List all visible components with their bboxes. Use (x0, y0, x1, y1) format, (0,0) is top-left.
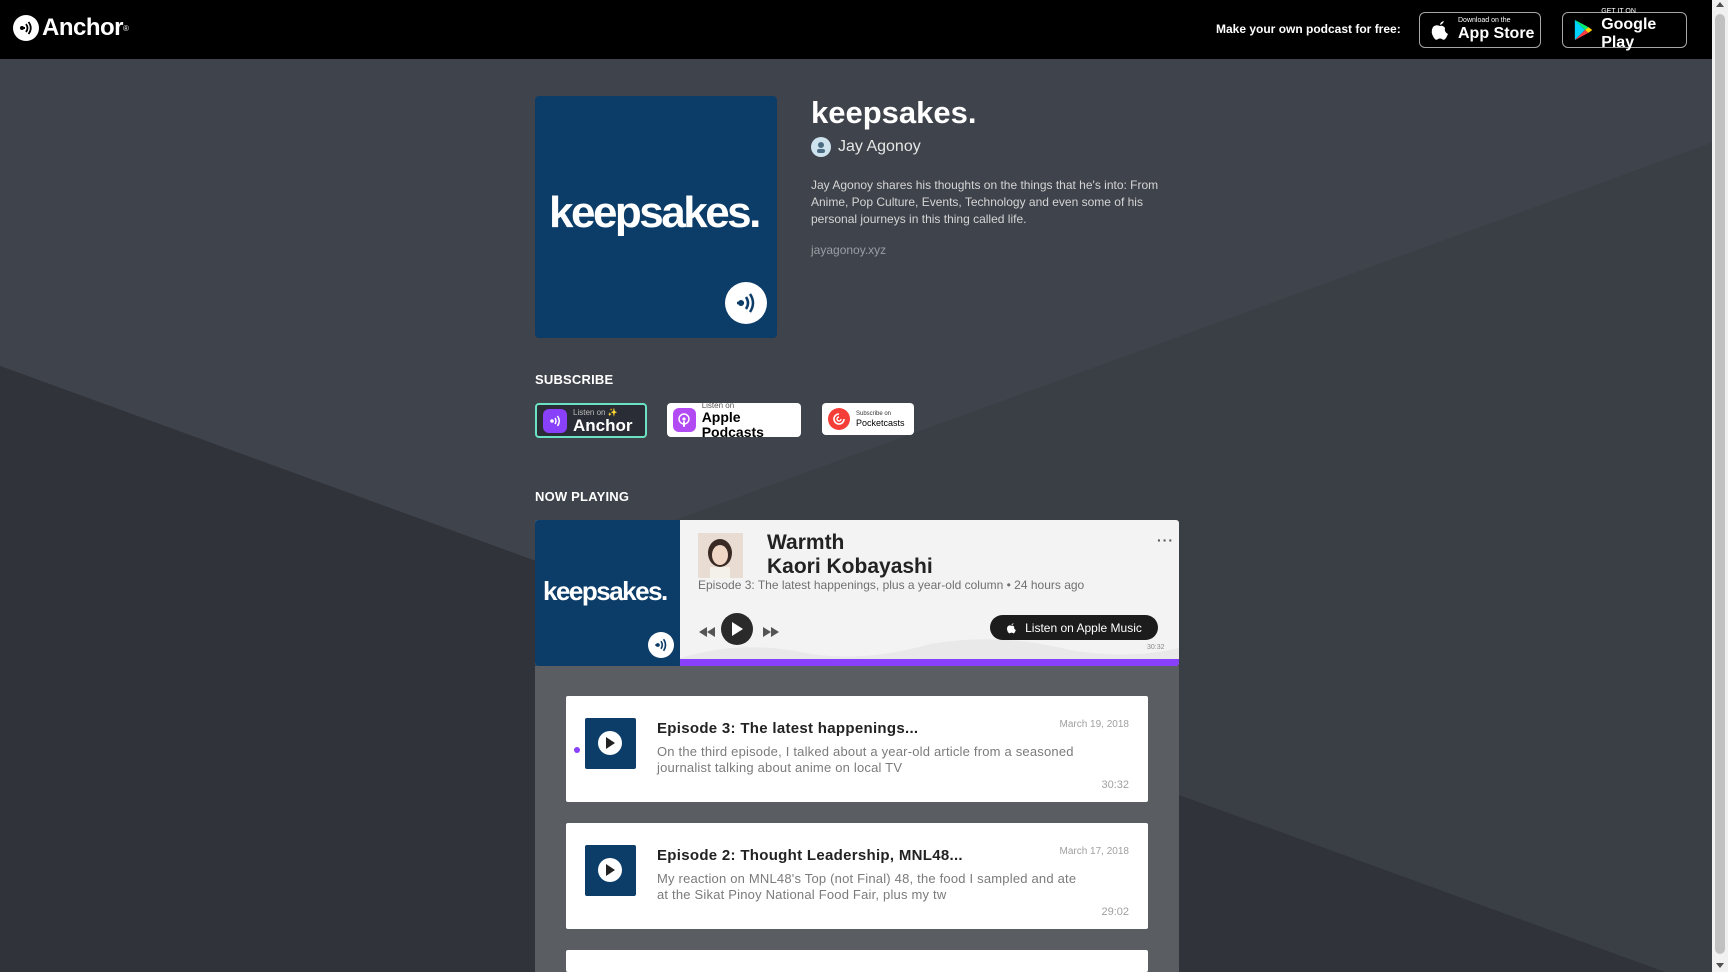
scroll-thumb[interactable] (1715, 14, 1725, 954)
listen-on-apple-podcasts-button[interactable]: Listen on Apple Podcasts (667, 401, 801, 440)
rewind-icon[interactable] (699, 624, 715, 642)
track-title: Warmth Kaori Kobayashi (767, 531, 933, 579)
episode-subtitle: Episode 3: The latest happenings, plus a… (698, 578, 1085, 592)
pocketcasts-icon (828, 408, 850, 430)
episode-title: Episode 3: The latest happenings... (657, 720, 919, 737)
podcast-website-link[interactable]: jayagonoy.xyz (811, 243, 886, 257)
episode-description: My reaction on MNL48's Top (not Final) 4… (657, 871, 1077, 902)
anchor-badge-icon (725, 282, 767, 324)
listen-on-anchor-button[interactable]: Listen on ✨ Anchor (535, 403, 647, 438)
subscribe-heading: SUBSCRIBE (535, 372, 614, 387)
episode-duration: 30:32 (1101, 779, 1129, 791)
play-icon[interactable] (598, 858, 622, 882)
player-art-text: keepsakes. (543, 576, 668, 606)
scroll-up-arrow-icon[interactable] (1716, 2, 1724, 7)
listen-on-apple-music-button[interactable]: Listen on Apple Music (990, 615, 1158, 640)
google-play-big-text: Google Play (1601, 16, 1657, 51)
make-own-podcast-text: Make your own podcast for free: (1216, 22, 1401, 36)
now-playing-heading: NOW PLAYING (535, 489, 630, 504)
podcast-title: keepsakes. (811, 95, 977, 130)
podcast-description: Jay Agonoy shares his thoughts on the th… (811, 178, 1159, 226)
episode-duration: 29:02 (1101, 906, 1129, 918)
more-options-icon[interactable]: ··· (1157, 532, 1174, 548)
apple-icon (1007, 622, 1016, 633)
registered-mark: ® (123, 23, 129, 33)
author-name: Jay Agonoy (838, 138, 921, 155)
anchor-logo-icon (13, 15, 39, 41)
cover-title-text: keepsakes. (549, 188, 761, 237)
episode-description: On the third episode, I talked about a y… (657, 744, 1074, 775)
active-episode-dot (574, 747, 580, 753)
player-anchor-badge-icon (648, 632, 674, 658)
episode-card[interactable] (566, 950, 1148, 972)
apple-music-label: Listen on Apple Music (1025, 620, 1142, 635)
now-playing-player: keepsakes. Warmth Kaori Kobayashi Episod… (535, 520, 1179, 666)
author-row[interactable]: Jay Agonoy (811, 137, 921, 157)
fast-forward-icon[interactable] (763, 624, 779, 642)
anchor-big-text: Anchor (573, 415, 633, 435)
page-scrollbar[interactable] (1712, 0, 1728, 972)
episode-thumbnail (585, 718, 636, 769)
play-icon (732, 622, 743, 636)
episode-card[interactable]: Episode 3: The latest happenings... On t… (566, 696, 1148, 802)
anchor-icon (543, 408, 567, 433)
app-store-small-text: Download on the (1458, 17, 1511, 24)
episode-title: Episode 2: Thought Leadership, MNL48... (657, 847, 963, 864)
scroll-down-arrow-icon[interactable] (1716, 963, 1724, 968)
google-play-small-text: GET IT ON (1601, 8, 1636, 15)
pocketcasts-small-text: Subscribe on (856, 410, 892, 417)
app-store-big-text: App Store (1458, 25, 1535, 42)
anchor-logo[interactable]: Anchor ® (13, 14, 129, 42)
player-cover-art: keepsakes. (535, 520, 680, 666)
episode-date: March 19, 2018 (1059, 719, 1130, 730)
episode-thumbnail (585, 845, 636, 896)
episode-date: March 17, 2018 (1059, 846, 1130, 857)
apple-podcasts-big-text: Apple Podcasts (701, 408, 764, 440)
track-artwork (698, 533, 743, 578)
episodes-list: Episode 3: The latest happenings... On t… (535, 666, 1179, 972)
apple-icon (1431, 21, 1448, 40)
playback-progress-bar[interactable] (680, 659, 1179, 666)
top-bar: Anchor ® Make your own podcast for free:… (0, 0, 1712, 59)
anchor-logo-text: Anchor (42, 14, 124, 41)
author-avatar (811, 137, 831, 157)
podcast-cover-art: keepsakes. (535, 96, 777, 338)
subscribe-on-pocketcasts-button[interactable]: Subscribe on Pocketcasts (822, 403, 914, 435)
play-icon[interactable] (598, 731, 622, 755)
apple-podcasts-icon (673, 408, 696, 432)
track-duration: 30:32 (1147, 644, 1165, 651)
play-button[interactable] (721, 613, 753, 645)
episode-card[interactable]: Episode 2: Thought Leadership, MNL48... … (566, 823, 1148, 929)
pocketcasts-big-text: Pocketcasts (856, 417, 905, 428)
app-store-button[interactable]: Download on the App Store (1419, 12, 1541, 48)
track-title-line2: Kaori Kobayashi (767, 555, 933, 578)
google-play-button[interactable]: GET IT ON Google Play (1562, 8, 1687, 51)
google-play-icon (1574, 19, 1593, 41)
track-title-line1: Warmth (767, 531, 845, 554)
